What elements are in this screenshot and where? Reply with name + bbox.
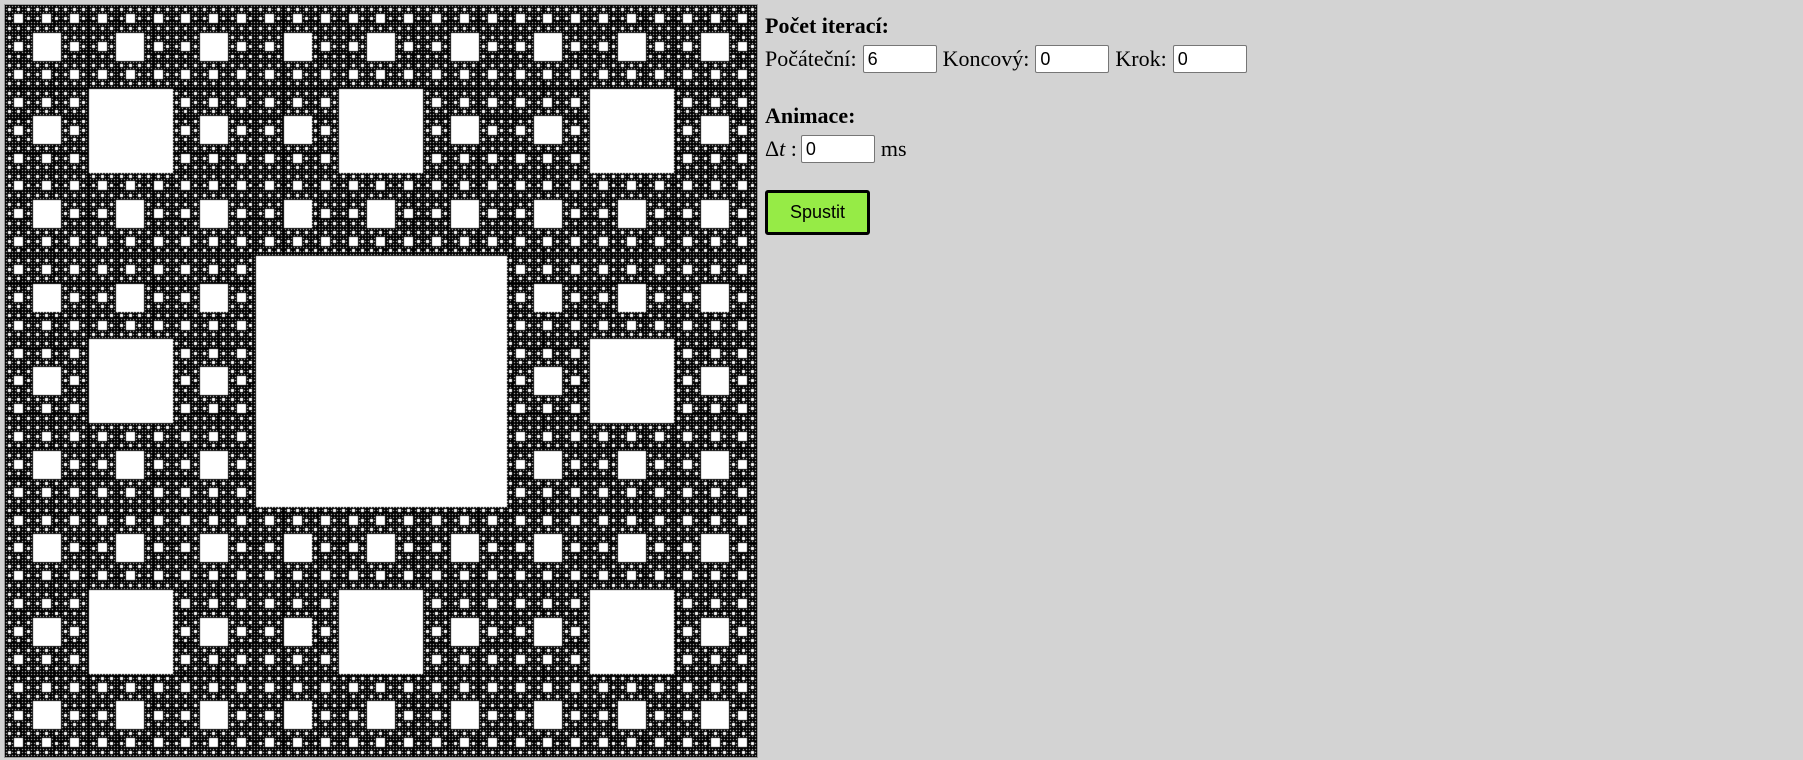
delta-variable: t [779,136,786,161]
start-iterations-input[interactable] [862,45,937,73]
delta-t-label: Δt : [765,135,797,163]
fractal-canvas-frame [4,4,758,758]
step-input[interactable] [1172,45,1247,73]
animation-row: Δt : ms [765,132,1253,166]
delta-t-input[interactable] [800,135,875,163]
run-button[interactable]: Spustit [765,190,870,235]
sierpinski-carpet-canvas [5,5,757,757]
end-iterations-input[interactable] [1035,45,1110,73]
start-label: Počáteční: [765,46,857,71]
delta-symbol: Δ [765,136,780,161]
iterations-title: Počet iterací: [765,13,889,38]
end-label: Koncový: [942,46,1030,71]
animation-title: Animace: [765,103,856,128]
iterations-row: Počáteční: Koncový: Krok: [765,42,1253,76]
step-label: Krok: [1115,46,1167,71]
controls-panel: Počet iterací: Počáteční: Koncový: Krok:… [765,12,1253,235]
ms-unit-label: ms [880,136,907,161]
delta-colon: : [790,136,797,161]
